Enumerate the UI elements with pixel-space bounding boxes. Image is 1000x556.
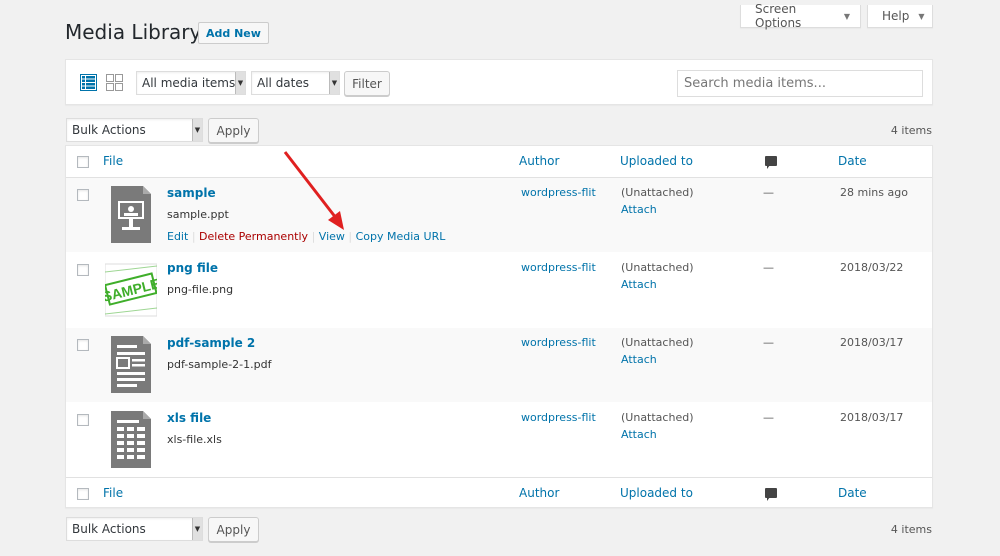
media-title-link[interactable]: sample	[167, 186, 216, 200]
presentation-icon[interactable]	[105, 185, 157, 244]
bulk-actions-select-top[interactable]: Bulk Actions ▼	[66, 118, 203, 142]
table-row: xls file xls-file.xls wordpress-flit (Un…	[66, 403, 932, 477]
attach-link[interactable]: Attach	[621, 278, 657, 291]
date-select[interactable]: All dates ▼	[251, 71, 340, 95]
row-checkbox[interactable]	[77, 414, 89, 426]
caret-down-icon: ▼	[918, 11, 925, 21]
date-text: 2018/03/17	[840, 336, 904, 349]
bulk-actions-select-bottom[interactable]: Bulk Actions ▼	[66, 517, 203, 541]
media-title-link[interactable]: xls file	[167, 411, 211, 425]
page-title: Media Library	[65, 20, 202, 44]
media-table: File Author Uploaded to Date sample samp…	[65, 145, 933, 508]
column-author[interactable]: Author	[519, 486, 559, 500]
media-filename: pdf-sample-2-1.pdf	[167, 358, 272, 371]
media-filename: sample.ppt	[167, 208, 229, 221]
date-text: 28 mins ago	[840, 186, 908, 199]
attach-link[interactable]: Attach	[621, 353, 657, 366]
date-value: All dates	[257, 76, 310, 90]
help-button[interactable]: Help ▼	[867, 5, 933, 28]
caret-down-icon: ▼	[843, 11, 850, 21]
media-filename: xls-file.xls	[167, 433, 222, 446]
select-all-checkbox-bottom[interactable]	[77, 488, 89, 500]
media-title-link[interactable]: png file	[167, 261, 218, 275]
screen-meta-links: Screen Options ▼ Help ▼	[740, 2, 933, 30]
uploaded-to-text: (Unattached)	[621, 186, 694, 199]
author-link[interactable]: wordpress-flit	[521, 411, 596, 424]
help-label: Help	[882, 9, 910, 23]
list-view-icon[interactable]	[80, 74, 97, 91]
column-file[interactable]: File	[103, 486, 123, 500]
grid-view-icon[interactable]	[106, 74, 123, 91]
column-uploaded-to[interactable]: Uploaded to	[620, 486, 693, 500]
bulk-actions-value: Bulk Actions	[72, 522, 146, 536]
media-type-select[interactable]: All media items ▼	[136, 71, 246, 95]
uploaded-to-text: (Unattached)	[621, 336, 694, 349]
uploaded-to-text: (Unattached)	[621, 411, 694, 424]
column-uploaded-to[interactable]: Uploaded to	[620, 154, 693, 168]
annotation-arrow	[283, 151, 344, 230]
apply-button-top[interactable]: Apply	[208, 118, 259, 143]
select-arrow-icon: ▼	[329, 72, 339, 94]
select-all-checkbox[interactable]	[77, 156, 89, 168]
date-text: 2018/03/17	[840, 411, 904, 424]
column-date[interactable]: Date	[838, 154, 867, 168]
copy-media-url-link[interactable]: Copy Media URL	[356, 230, 446, 243]
table-row: sample sample.ppt Edit | Delete Permanen…	[66, 178, 932, 252]
comments-count: —	[763, 411, 774, 424]
items-count-top: 4 items	[890, 124, 932, 137]
comment-icon	[765, 488, 777, 501]
row-checkbox[interactable]	[77, 189, 89, 201]
table-row: pdf-sample 2 pdf-sample-2-1.pdf wordpres…	[66, 328, 932, 402]
search-input[interactable]: Search media items...	[677, 70, 923, 97]
bulk-actions-value: Bulk Actions	[72, 123, 146, 137]
column-file[interactable]: File	[103, 154, 123, 168]
filter-button[interactable]: Filter	[344, 71, 390, 96]
table-footer: File Author Uploaded to Date	[66, 477, 932, 509]
media-title-link[interactable]: pdf-sample 2	[167, 336, 255, 350]
select-arrow-icon: ▼	[192, 518, 202, 540]
comments-count: —	[763, 336, 774, 349]
select-arrow-icon: ▼	[192, 119, 202, 141]
document-icon[interactable]	[105, 335, 157, 394]
comments-count: —	[763, 261, 774, 274]
apply-button-bottom[interactable]: Apply	[208, 517, 259, 542]
edit-link[interactable]: Edit	[167, 230, 188, 243]
select-arrow-icon: ▼	[235, 72, 245, 94]
row-checkbox[interactable]	[77, 339, 89, 351]
column-date[interactable]: Date	[838, 486, 867, 500]
screen-options-label: Screen Options	[755, 2, 802, 30]
row-checkbox[interactable]	[77, 264, 89, 276]
media-toolbar: All media items ▼ All dates ▼ Filter Sea…	[65, 59, 933, 105]
separator: |	[191, 230, 196, 243]
media-type-value: All media items	[142, 76, 236, 90]
table-header: File Author Uploaded to Date	[66, 146, 932, 178]
comments-count: —	[763, 186, 774, 199]
attach-link[interactable]: Attach	[621, 428, 657, 441]
spreadsheet-icon[interactable]	[105, 410, 157, 469]
author-link[interactable]: wordpress-flit	[521, 336, 596, 349]
author-link[interactable]: wordpress-flit	[521, 261, 596, 274]
screen-options-button[interactable]: Screen Options ▼	[740, 2, 861, 30]
attach-link[interactable]: Attach	[621, 203, 657, 216]
add-new-button[interactable]: Add New	[198, 22, 269, 44]
column-author[interactable]: Author	[519, 154, 559, 168]
media-filename: png-file.png	[167, 283, 234, 296]
date-text: 2018/03/22	[840, 261, 904, 274]
image-thumbnail[interactable]: SAMPLE	[105, 260, 157, 319]
table-row: SAMPLE png file png-file.png wordpress-f…	[66, 253, 932, 327]
comment-icon	[765, 156, 777, 169]
uploaded-to-text: (Unattached)	[621, 261, 694, 274]
items-count-bottom: 4 items	[890, 523, 932, 536]
author-link[interactable]: wordpress-flit	[521, 186, 596, 199]
